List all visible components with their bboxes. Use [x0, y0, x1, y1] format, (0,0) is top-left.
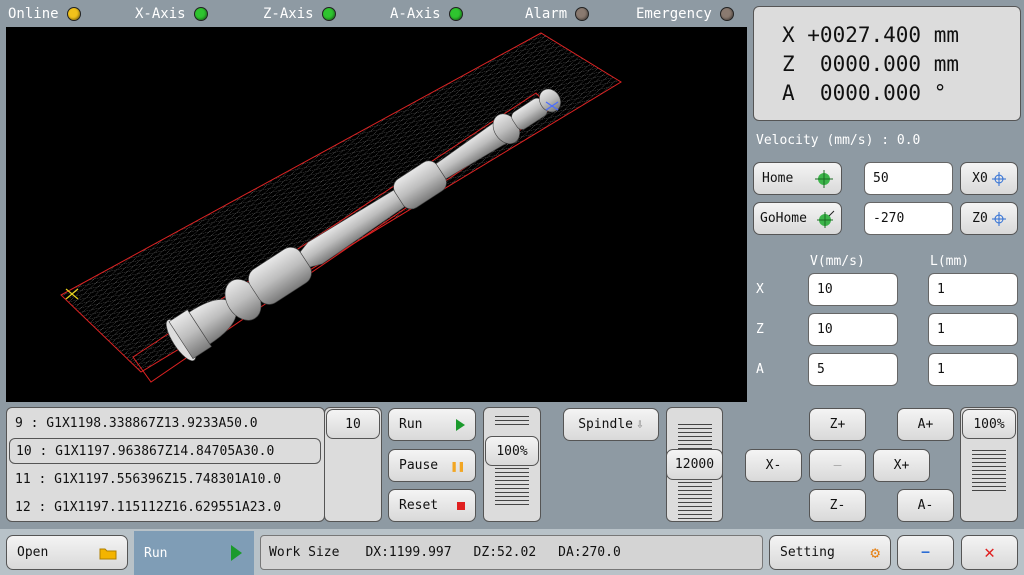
x0-label: X0	[972, 171, 988, 186]
folder-icon	[99, 548, 117, 559]
jog-a-minus-button[interactable]: A-	[897, 489, 954, 522]
z-position: Z 0000.000 mm	[782, 52, 960, 76]
status-online-label: Online	[8, 6, 59, 22]
gcode-line[interactable]: 11 : G1X1197.556396Z15.748301A10.0	[15, 466, 281, 492]
velocity-column-header: V(mm/s)	[810, 254, 865, 269]
status-x-axis: X-Axis	[135, 4, 208, 24]
play-icon	[456, 418, 465, 431]
crosshair-icon	[815, 169, 833, 188]
status-a-axis-label: A-Axis	[390, 6, 441, 22]
z-axis-indicator	[321, 7, 336, 21]
set-z0-button[interactable]: Z0	[960, 202, 1018, 235]
z-velocity-field[interactable]: 10	[808, 313, 898, 346]
work-size-panel: Work Size DX:1199.997 DZ:52.02 DA:270.0	[260, 535, 763, 570]
status-emergency: Emergency	[636, 4, 734, 24]
gcode-list[interactable]: 9 : G1X1198.338867Z13.9233A50.0 10 : G1X…	[6, 407, 325, 522]
feed-override-handle[interactable]: 100%	[485, 436, 539, 466]
stock-grid	[60, 32, 622, 373]
status-online: Online	[8, 4, 81, 24]
jog-z-plus-button[interactable]: Z+	[809, 408, 866, 441]
a-axis-row-label: A	[756, 362, 764, 377]
x-axis-row-label: X	[756, 282, 764, 297]
a-axis-indicator	[448, 7, 463, 21]
crosshair-blue-icon	[991, 211, 1006, 226]
status-z-axis-label: Z-Axis	[263, 6, 314, 22]
a-velocity-field[interactable]: 5	[808, 353, 898, 386]
set-x0-button[interactable]: X0	[960, 162, 1018, 195]
gohome-button[interactable]: GoHome	[753, 202, 842, 235]
home-value-field[interactable]: 50	[864, 162, 953, 195]
tab-run[interactable]: Run	[134, 531, 254, 575]
z0-label: Z0	[972, 211, 988, 226]
status-x-axis-label: X-Axis	[135, 6, 186, 22]
alarm-indicator	[575, 7, 590, 21]
gcode-line[interactable]: 12 : G1X1197.115112Z16.629551A23.0	[15, 494, 281, 520]
go-home-icon	[817, 210, 835, 228]
toolpath-viewport[interactable]	[6, 27, 747, 402]
gcode-line[interactable]: 9 : G1X1198.338867Z13.9233A50.0	[15, 410, 258, 436]
work-size-dz: DZ:52.02	[473, 545, 537, 560]
spindle-button-label: Spindle	[578, 417, 633, 432]
jog-override-handle[interactable]: 100%	[962, 409, 1016, 439]
gear-icon: ⚙	[870, 543, 880, 562]
a-position: A 0000.000 °	[782, 81, 947, 105]
spindle-speed-handle[interactable]: 12000	[666, 449, 723, 480]
length-column-header: L(mm)	[930, 254, 970, 269]
play-icon	[231, 545, 242, 561]
setting-button[interactable]: Setting ⚙	[769, 535, 891, 570]
crosshair-blue-icon	[991, 171, 1006, 186]
jog-center-button[interactable]: —	[809, 449, 866, 482]
z-length-field[interactable]: 1	[928, 313, 1018, 346]
online-indicator	[66, 7, 81, 21]
jog-z-minus-button[interactable]: Z-	[809, 489, 866, 522]
x-axis-indicator	[193, 7, 208, 21]
gohome-button-label: GoHome	[760, 211, 807, 226]
a-length-field[interactable]: 1	[928, 353, 1018, 386]
run-button[interactable]: Run	[388, 408, 476, 441]
pause-button[interactable]: Pause ❚❚	[388, 449, 476, 482]
open-button-label: Open	[17, 545, 49, 560]
status-z-axis: Z-Axis	[263, 4, 336, 24]
spindle-button[interactable]: Spindle ⇩	[563, 408, 659, 441]
pause-button-label: Pause	[399, 458, 439, 473]
status-a-axis: A-Axis	[390, 4, 463, 24]
reset-button[interactable]: Reset	[388, 489, 476, 522]
velocity-readout: Velocity (mm/s) : 0.0	[756, 133, 921, 148]
work-size-label: Work Size	[269, 545, 340, 560]
status-emergency-label: Emergency	[636, 6, 712, 22]
emergency-indicator	[719, 7, 734, 21]
x-length-field[interactable]: 1	[928, 273, 1018, 306]
gcode-line-current[interactable]: 10 : G1X1197.963867Z14.84705A30.0	[9, 438, 321, 464]
z-axis-row-label: Z	[756, 322, 764, 337]
minimize-button[interactable]: —	[897, 535, 954, 570]
setting-button-label: Setting	[780, 545, 835, 560]
jog-x-plus-button[interactable]: X+	[873, 449, 930, 482]
arrow-down-icon: ⇩	[635, 417, 644, 432]
home-button-label: Home	[762, 171, 794, 186]
work-size-dx: DX:1199.997	[365, 545, 452, 560]
work-size-da: DA:270.0	[558, 545, 621, 560]
home-button[interactable]: Home	[753, 162, 842, 195]
toolpath-render	[60, 32, 622, 383]
status-alarm: Alarm	[525, 4, 590, 24]
run-button-label: Run	[399, 417, 423, 432]
reset-button-label: Reset	[399, 498, 439, 513]
jog-x-minus-button[interactable]: X-	[745, 449, 802, 482]
pause-icon: ❚❚	[450, 458, 465, 473]
open-file-button[interactable]: Open	[6, 535, 128, 570]
gohome-value-field[interactable]: -270	[864, 202, 953, 235]
line-step-value[interactable]: 10	[326, 409, 380, 439]
stop-icon	[457, 501, 465, 510]
x-velocity-field[interactable]: 10	[808, 273, 898, 306]
x-position: X +0027.400 mm	[782, 23, 960, 47]
jog-a-plus-button[interactable]: A+	[897, 408, 954, 441]
close-button[interactable]: ✕	[961, 535, 1018, 570]
status-alarm-label: Alarm	[525, 6, 568, 22]
run-tab-label: Run	[144, 545, 168, 561]
position-readout: X +0027.400 mm Z 0000.000 mm A 0000.000 …	[753, 6, 1021, 121]
